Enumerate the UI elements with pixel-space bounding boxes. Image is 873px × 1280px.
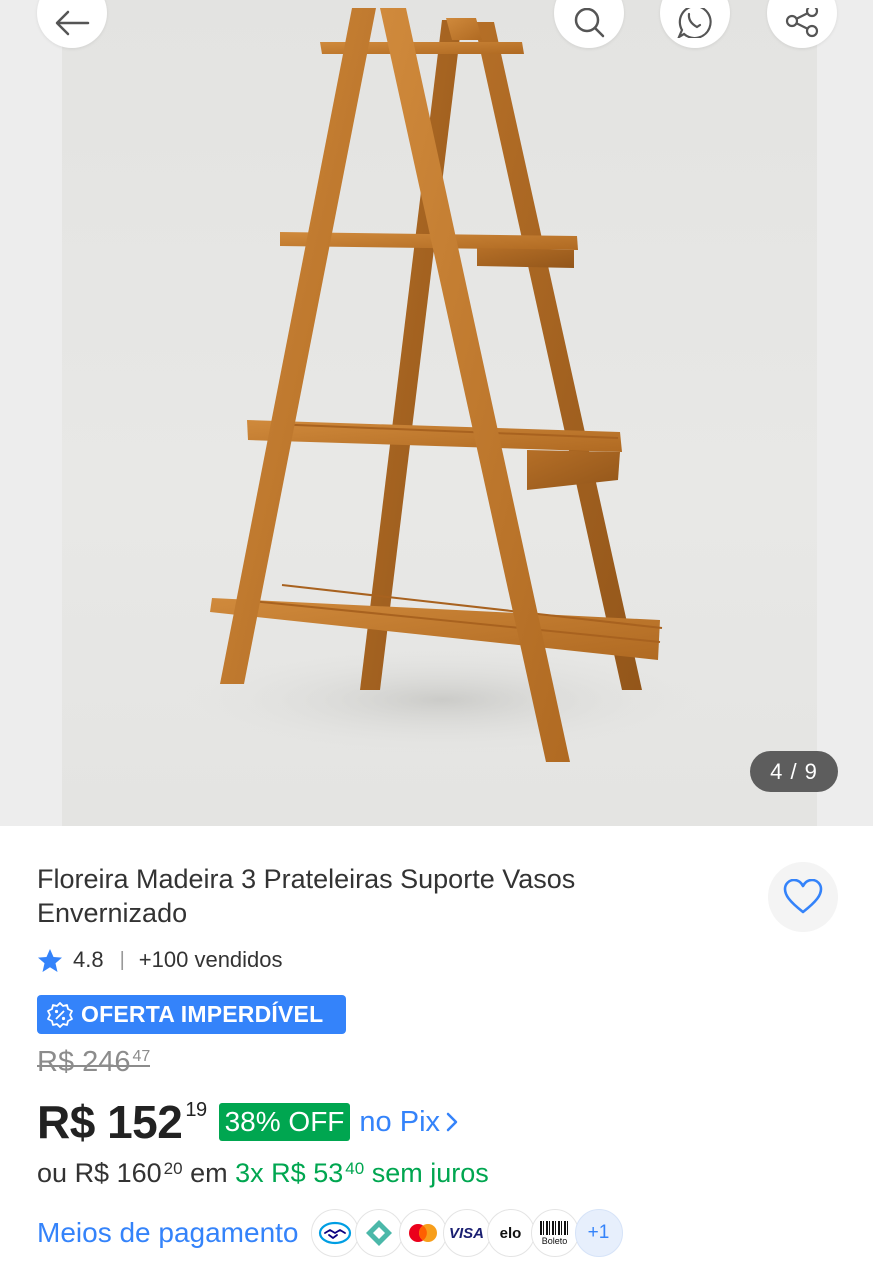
installments-prefix: ou [37,1158,68,1188]
barcode-icon [539,1220,570,1235]
installments-total-integer: 160 [116,1158,162,1188]
old-price-currency: R$ [37,1046,75,1078]
favorite-button[interactable] [768,862,838,932]
pix-icon [354,1209,403,1257]
boleto-icon: Boleto [530,1209,579,1257]
installments-connector: em [190,1158,228,1188]
discount-seal-icon [47,1001,73,1028]
share-icon [785,8,819,38]
product-title: Floreira Madeira 3 Prateleiras Suporte V… [37,864,576,928]
elo-icon: elo [486,1209,535,1257]
payment-icons: VISA elo Boleto +1 [310,1209,623,1257]
search-icon [574,8,605,38]
offer-badge-label: OFERTA IMPERDÍVEL [81,1001,324,1027]
boleto-label: Boleto [541,1235,568,1246]
heart-icon [783,879,823,914]
shelf-illustration [182,8,702,762]
installments-count: 3x [235,1158,264,1188]
old-price-integer: 246 [82,1046,131,1078]
product-image[interactable] [62,0,817,826]
installments-total-currency: R$ [74,1158,110,1188]
elo-label: elo [499,1224,522,1242]
discount-badge: 38% OFF [218,1103,351,1141]
divider: | [119,948,125,971]
whatsapp-icon [677,8,712,38]
payment-methods-link[interactable]: Meios de pagamento [37,1217,299,1249]
price-currency: R$ [37,1096,95,1148]
payment-methods-row[interactable]: Meios de pagamento VISA elo Boleto +1 [37,1208,623,1258]
rating-value: 4.8 [73,947,104,972]
mastercard-icon [398,1209,447,1257]
installments-value-integer: 53 [313,1158,344,1188]
installments-value: 3x R$ 53 40 sem juros [235,1158,489,1189]
more-payment-methods[interactable]: +1 [574,1209,623,1257]
installments-value-cents: 40 [345,1159,365,1178]
visa-icon: VISA [442,1209,491,1257]
pix-label: no Pix [359,1105,441,1138]
offer-badge: OFERTA IMPERDÍVEL [37,995,346,1034]
star-icon [37,948,63,973]
arrow-left-icon [55,10,90,36]
price-row: R$ 152 19 38% OFF no Pix [37,1092,458,1152]
sold-count: +100 vendidos [138,947,283,972]
chevron-right-icon [446,1112,458,1132]
old-price-cents: 47 [132,1048,151,1065]
installments-value-currency: R$ [271,1158,306,1188]
mercado-pago-icon [310,1209,359,1257]
current-price: R$ 152 19 [37,1095,207,1149]
installments: ou R$ 160 20 em 3x R$ 53 40 sem juros [37,1158,489,1192]
product-gallery[interactable]: 4 / 9 [0,0,873,826]
price-cents: 19 [185,1099,207,1121]
installments-suffix: sem juros [371,1158,489,1188]
old-price: R$ 246 47 [37,1046,151,1082]
rating-row[interactable]: 4.8 | +100 vendidos [37,943,283,977]
visa-label: VISA [449,1224,485,1242]
installments-total-cents: 20 [163,1159,183,1178]
price-integer: 152 [107,1096,183,1148]
image-counter: 4 / 9 [750,751,838,792]
pix-link[interactable]: no Pix [359,1106,458,1139]
